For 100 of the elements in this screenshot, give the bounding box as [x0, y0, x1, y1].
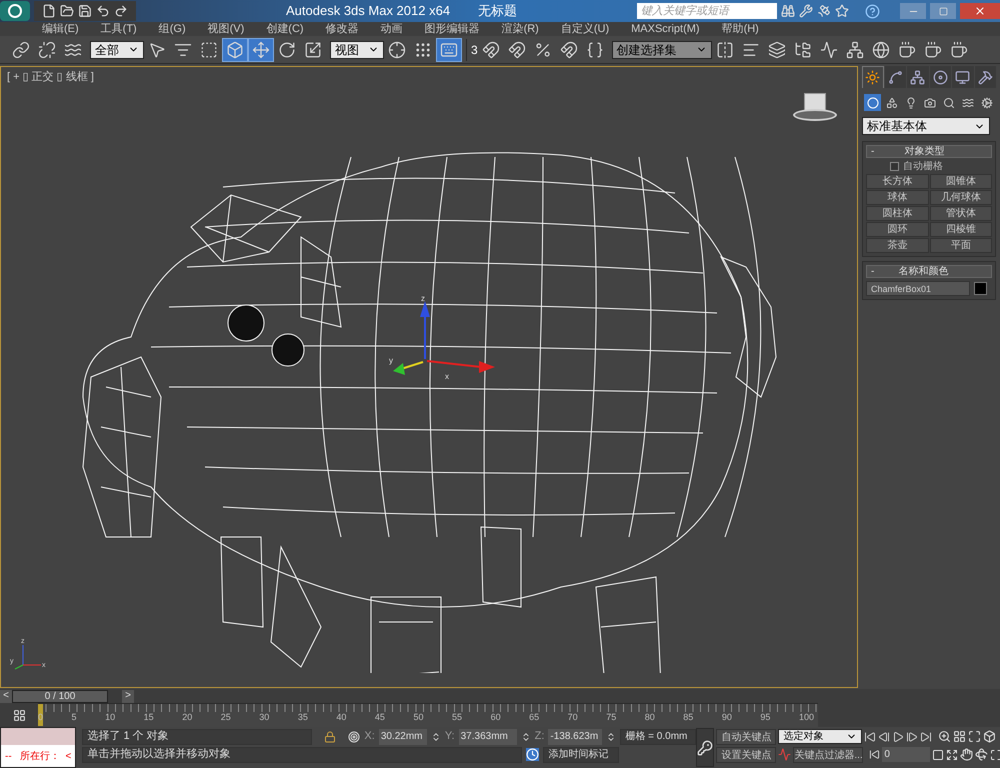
new-file-icon[interactable]	[42, 4, 56, 18]
named-selection-dropdown[interactable]: 创建选择集	[612, 40, 712, 58]
spinner-icon[interactable]	[606, 732, 616, 742]
menu-item[interactable]: 视图(V)	[208, 20, 244, 38]
panel-tab[interactable]	[862, 66, 884, 88]
transform-mode-icon[interactable]	[348, 730, 360, 742]
maximize-viewport-icon[interactable]	[990, 748, 1000, 760]
key-mode-dropdown[interactable]: 选定对象	[778, 729, 862, 744]
open-folder-icon[interactable]	[60, 4, 74, 18]
panel-tab[interactable]	[884, 66, 906, 88]
y-axis-arrow[interactable]	[393, 361, 424, 375]
collapse-toggle[interactable]: -	[871, 264, 874, 279]
object-type-button[interactable]: 四棱锥	[930, 222, 992, 237]
object-type-button[interactable]: 茶壶	[866, 238, 928, 253]
previous-key-icon[interactable]	[878, 730, 890, 742]
zoom-all-icon[interactable]	[953, 730, 966, 743]
collapse-toggle[interactable]: -	[871, 144, 874, 159]
object-type-button[interactable]: 球体	[866, 190, 928, 205]
auto-key-button[interactable]: 自动关键点	[716, 728, 776, 744]
menu-item[interactable]: 渲染(R)	[502, 20, 539, 38]
object-type-button[interactable]: 圆环	[866, 222, 928, 237]
save-icon[interactable]	[78, 4, 92, 18]
panel-tab[interactable]	[974, 66, 996, 88]
go-to-start-icon[interactable]	[864, 730, 876, 742]
next-frame-button[interactable]: >	[122, 690, 134, 702]
binoculars-icon[interactable]	[781, 4, 795, 18]
lock-icon[interactable]	[324, 730, 336, 742]
set-key-mode-button[interactable]: 设置关键点	[716, 746, 776, 762]
zoom-extents-icon[interactable]	[968, 730, 982, 743]
help-icon[interactable]	[865, 4, 880, 18]
region-zoom-icon[interactable]	[932, 748, 944, 760]
object-type-button[interactable]: 平面	[930, 238, 992, 253]
field-of-view-icon[interactable]	[946, 748, 958, 760]
z-axis-arrow[interactable]	[420, 301, 430, 359]
object-type-button[interactable]: 管状体	[930, 206, 992, 221]
pan-icon[interactable]	[960, 748, 974, 761]
undo-icon[interactable]	[96, 4, 110, 18]
satellite-icon[interactable]	[817, 4, 831, 18]
axis-label: x	[445, 372, 449, 381]
x-coordinate-field[interactable]: 30.22mm	[378, 728, 427, 744]
z-coordinate-field[interactable]: -138.623m	[548, 728, 602, 744]
selection-filter-dropdown[interactable]: 全部	[90, 40, 144, 58]
set-key-button[interactable]	[696, 728, 714, 767]
menu-item[interactable]: 创建(C)	[266, 20, 304, 38]
panel-tab[interactable]	[907, 66, 929, 88]
panel-tab[interactable]	[952, 66, 974, 88]
key-filters-button[interactable]: 关键点过滤器...	[793, 746, 864, 762]
timeline-ruler[interactable]: 0 5 10 15 20 25 30 35 40 45 50 55 60 65 70 75 80 85 90 95 100	[38, 703, 818, 727]
object-type-button[interactable]: 圆锥体	[930, 174, 992, 189]
object-name-field[interactable]: ChamferBox01	[866, 281, 970, 296]
menu-item[interactable]: 图形编辑器	[424, 20, 480, 38]
previous-frame-button[interactable]: <	[0, 690, 12, 702]
zoom-icon[interactable]	[938, 730, 952, 743]
menu-item[interactable]: MAXScript(M)	[631, 20, 700, 38]
panel-tab[interactable]	[930, 66, 952, 88]
go-to-end-icon[interactable]	[920, 730, 932, 742]
key-icon	[697, 740, 714, 756]
time-tag-field[interactable]: 添加时间标记	[543, 746, 620, 762]
menu-item[interactable]: 帮助(H)	[722, 20, 759, 38]
orbit-icon[interactable]	[975, 748, 988, 761]
spinner-icon[interactable]	[430, 732, 441, 742]
object-type-button[interactable]: 几何球体	[930, 190, 992, 205]
document-title: 无标题	[478, 2, 518, 20]
object-type-button[interactable]: 长方体	[866, 174, 928, 189]
object-color-swatch[interactable]	[974, 282, 987, 295]
y-coordinate-field[interactable]: 37.363mm	[458, 728, 517, 744]
autogrid-checkbox[interactable]	[890, 162, 899, 170]
time-tag-icon[interactable]	[526, 748, 540, 761]
close-button[interactable]	[960, 3, 1000, 19]
rollout-header[interactable]: - 对象类型	[866, 145, 992, 158]
object-type-button[interactable]: 圆柱体	[866, 206, 928, 221]
maxscript-listener-field[interactable]	[1, 728, 76, 745]
menu-item[interactable]: 组(G)	[158, 20, 186, 38]
star-icon[interactable]	[835, 4, 849, 18]
search-field[interactable]: 键入关键字或短语	[637, 3, 777, 19]
menu-item[interactable]: 工具(T)	[100, 20, 137, 38]
wrench-icon[interactable]	[799, 4, 813, 18]
viewport-label[interactable]: [ + ▯ 正交 ▯ 线框 ]	[7, 69, 94, 86]
toolbar-button[interactable]	[222, 38, 248, 62]
category-dropdown[interactable]: 标准基本体	[862, 117, 990, 135]
play-icon[interactable]	[892, 730, 904, 742]
menu-item[interactable]: 动画	[380, 20, 403, 38]
toolbar-button[interactable]	[436, 38, 462, 62]
current-frame-marker[interactable]	[38, 704, 43, 726]
next-key-icon[interactable]	[906, 730, 918, 742]
rollout-header[interactable]: - 名称和颜色	[866, 265, 992, 278]
x-axis-arrow[interactable]	[426, 360, 495, 373]
category-button[interactable]	[864, 94, 881, 111]
spinner-icon[interactable]	[520, 732, 531, 742]
menu-item[interactable]: 自定义(U)	[560, 20, 610, 38]
coordinate-system-dropdown[interactable]: 视图	[330, 40, 384, 58]
menu-item[interactable]: 修改器	[326, 20, 359, 38]
zoom-extents-all-icon[interactable]	[983, 730, 996, 743]
redo-icon[interactable]	[114, 4, 128, 18]
menu-item[interactable]: 编辑(E)	[42, 20, 79, 38]
maxscript-output-field[interactable]: -- 所在行： <	[1, 745, 76, 767]
rollout-title: 名称和颜色	[898, 264, 948, 279]
app-logo-icon[interactable]	[0, 1, 30, 21]
current-frame-field[interactable]: 0	[882, 747, 930, 762]
toolbar-button[interactable]	[248, 38, 274, 62]
